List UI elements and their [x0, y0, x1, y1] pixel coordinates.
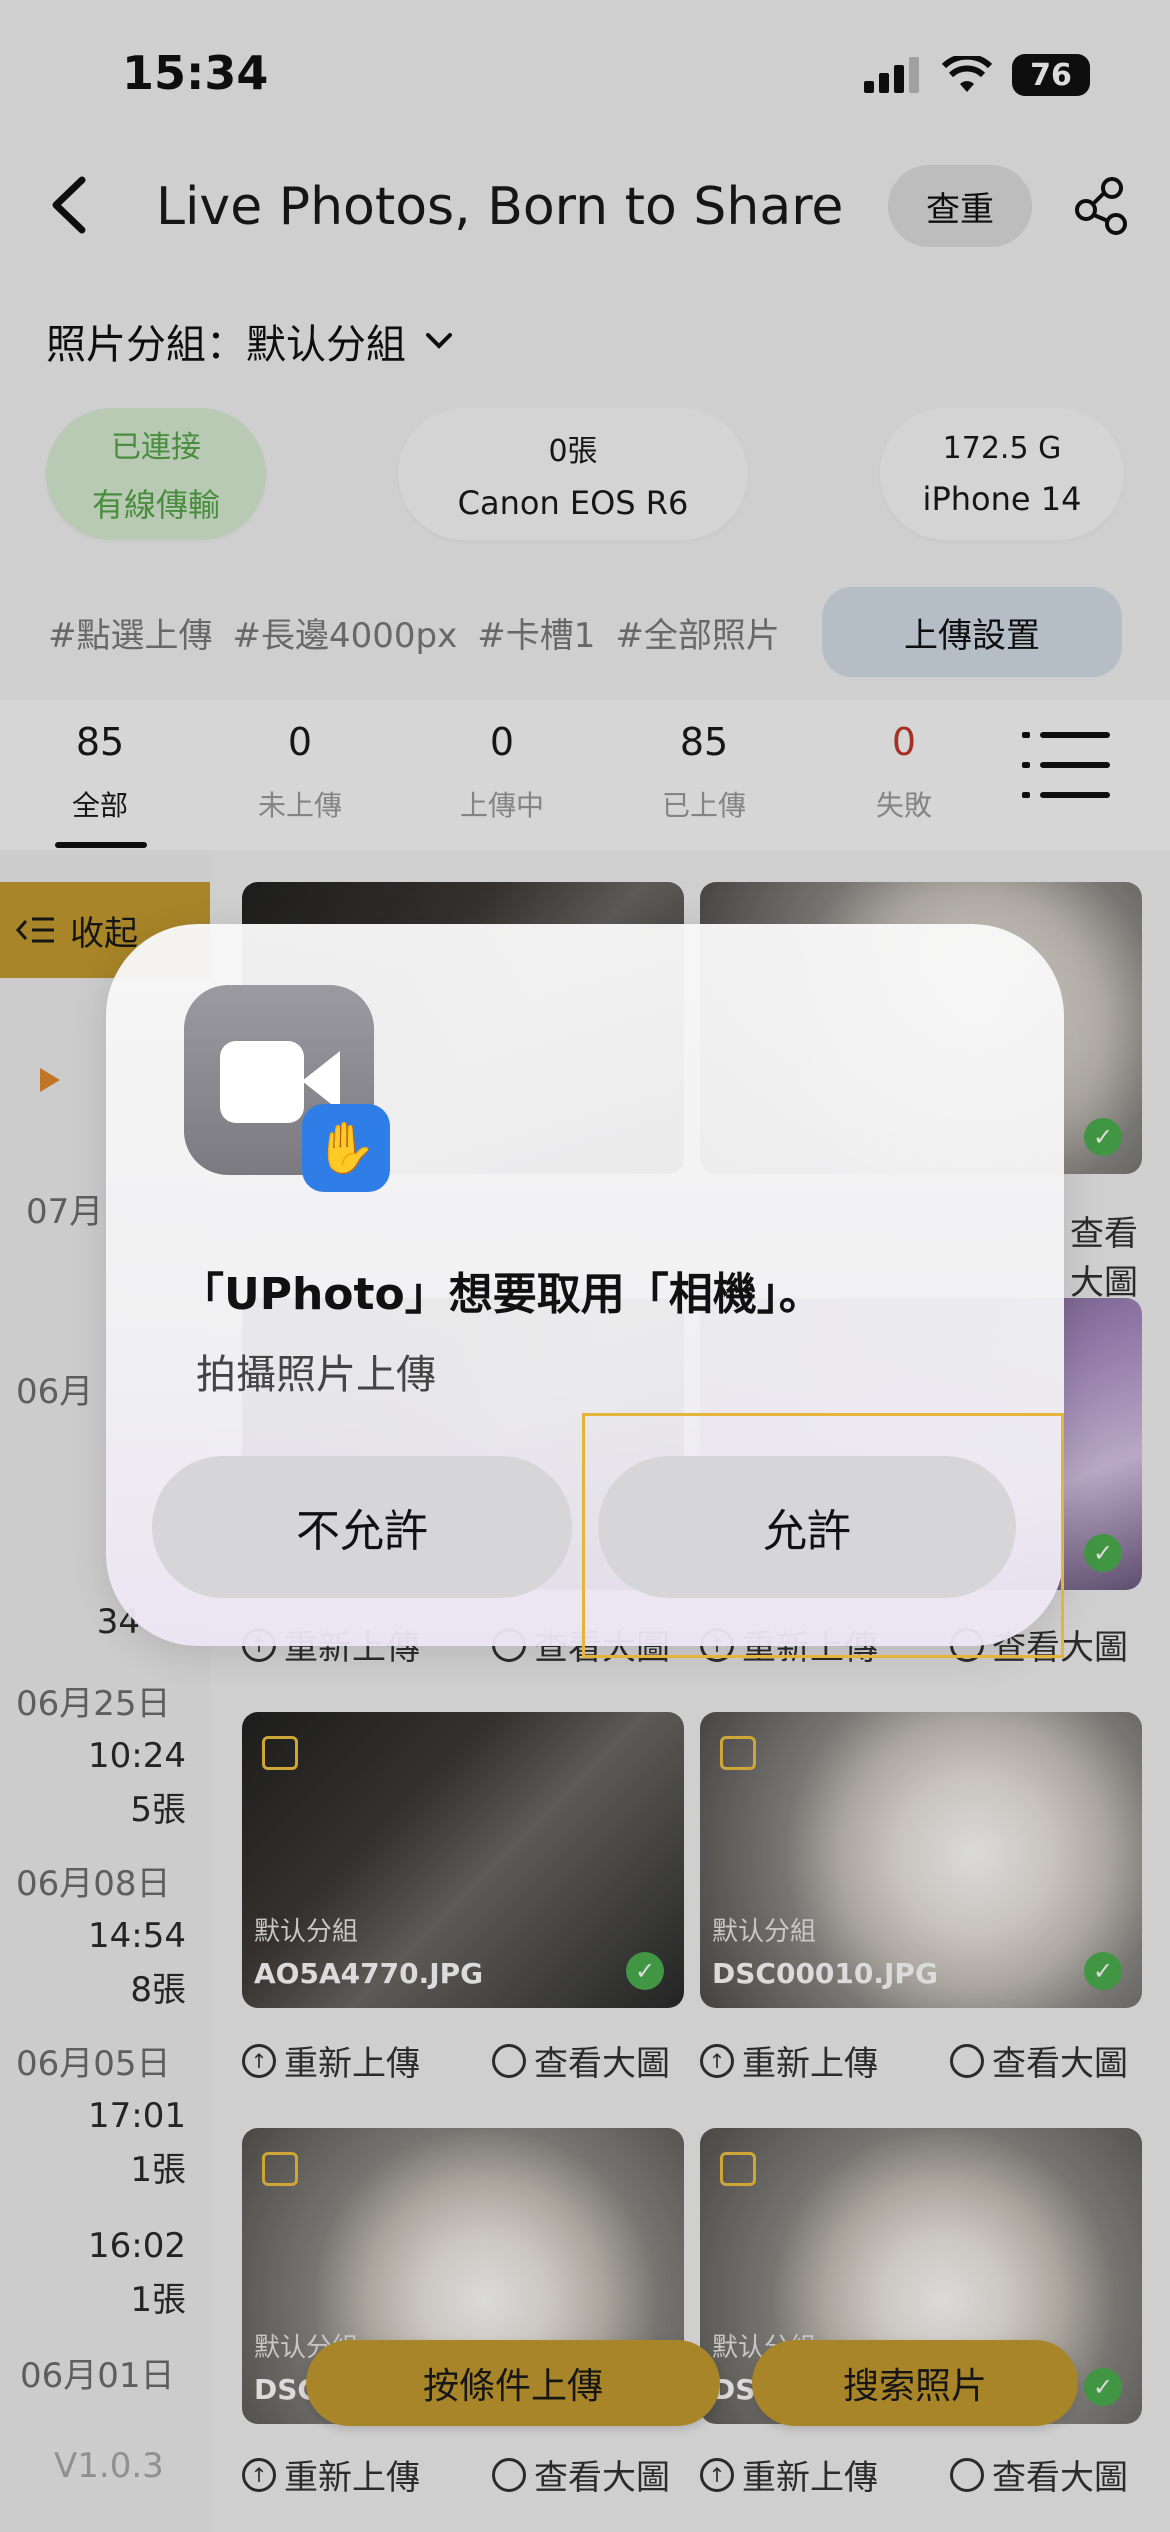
alert-title: 「UPhoto」想要取用「相機」。 — [180, 1269, 823, 1320]
hand-stop-icon: ✋ — [302, 1104, 390, 1192]
alert-message: 拍攝照片上傳 — [196, 1352, 436, 1398]
deny-button[interactable]: 不允許 — [152, 1456, 572, 1598]
allow-highlight-box — [582, 1413, 1064, 1658]
